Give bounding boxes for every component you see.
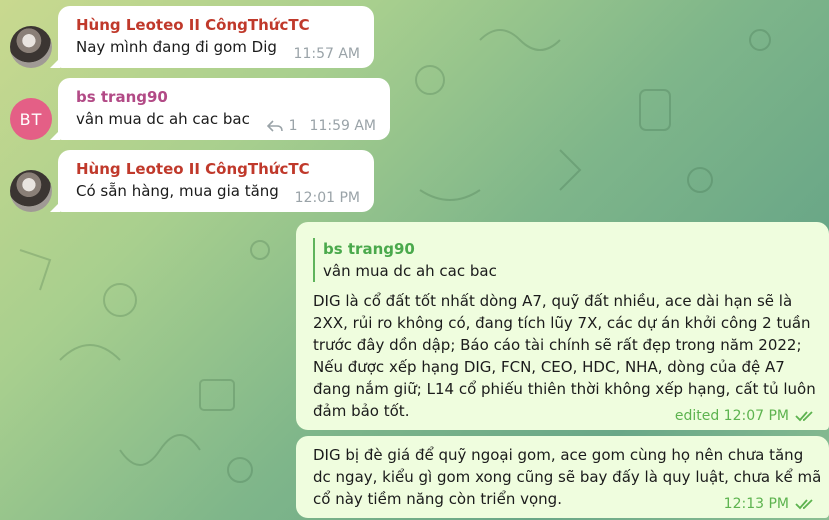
sender-name[interactable]: Hùng Leoteo II CôngThứcTC [76, 14, 360, 36]
message-status: 12:13 PM [723, 496, 789, 512]
message-time: 11:57 AM [293, 46, 360, 62]
reply-icon[interactable] [266, 119, 283, 133]
sender-name[interactable]: Hùng Leoteo II CôngThứcTC [76, 158, 360, 180]
message-status: edited 12:07 PM [674, 408, 789, 424]
avatar[interactable] [10, 170, 52, 212]
message-line: 2XX, rủi ro không có, đang tích lũy 7X, … [313, 314, 811, 332]
chat-area: Hùng Leoteo II CôngThứcTC Nay mình đang … [0, 0, 829, 520]
message-meta: 1 11:59 AM [266, 118, 376, 134]
reply-count[interactable]: 1 [289, 118, 298, 134]
quote-text: vân mua dc ah cac bac [323, 262, 497, 280]
message-time: 11:59 AM [309, 118, 376, 134]
outgoing-message-bubble[interactable]: DIG bị đè giá để quỹ ngoại gom, ace gom … [296, 436, 829, 518]
message-line: dc ngay, kiểu gì gom xong cũng sẽ bay đấ… [313, 468, 822, 486]
avatar-initials: BT [19, 109, 43, 129]
message-bubble[interactable]: Hùng Leoteo II CôngThứcTC Có sẵn hàng, m… [58, 150, 374, 212]
message-line: DIG bị đè giá để quỹ ngoại gom, ace gom … [313, 446, 804, 464]
message-time: 12:01 PM [294, 190, 360, 206]
message-bubble[interactable]: Hùng Leoteo II CôngThứcTC Nay mình đang … [58, 6, 374, 68]
outgoing-message-bubble[interactable]: bs trang90 vân mua dc ah cac bac DIG là … [296, 222, 829, 430]
message-line: trước đây dồn dập; Báo cáo tài chính sẽ … [313, 336, 802, 354]
message-meta: 12:13 PM [724, 496, 815, 512]
message-bubble[interactable]: bs trang90 vân mua dc ah cac bac 1 11:59… [58, 78, 390, 140]
double-check-icon [795, 499, 813, 510]
message-line: Nếu được xếp hạng DIG, FCN, CEO, HDC, NH… [313, 358, 785, 376]
avatar[interactable]: BT [10, 98, 52, 140]
double-check-icon [795, 411, 813, 422]
message-meta: 11:57 AM [294, 46, 360, 62]
message-meta: edited 12:07 PM [675, 408, 815, 424]
message-line: đang nắm giữ; L14 cổ phiếu thiên thời kh… [313, 380, 816, 398]
message-meta: 12:01 PM [295, 190, 360, 206]
reply-quote[interactable]: bs trang90 vân mua dc ah cac bac [313, 238, 815, 282]
message-line: DIG là cổ đất tốt nhất dòng A7, quỹ đất … [313, 292, 793, 310]
quote-sender: bs trang90 [323, 240, 415, 258]
sender-name[interactable]: bs trang90 [76, 86, 376, 108]
avatar[interactable] [10, 26, 52, 68]
